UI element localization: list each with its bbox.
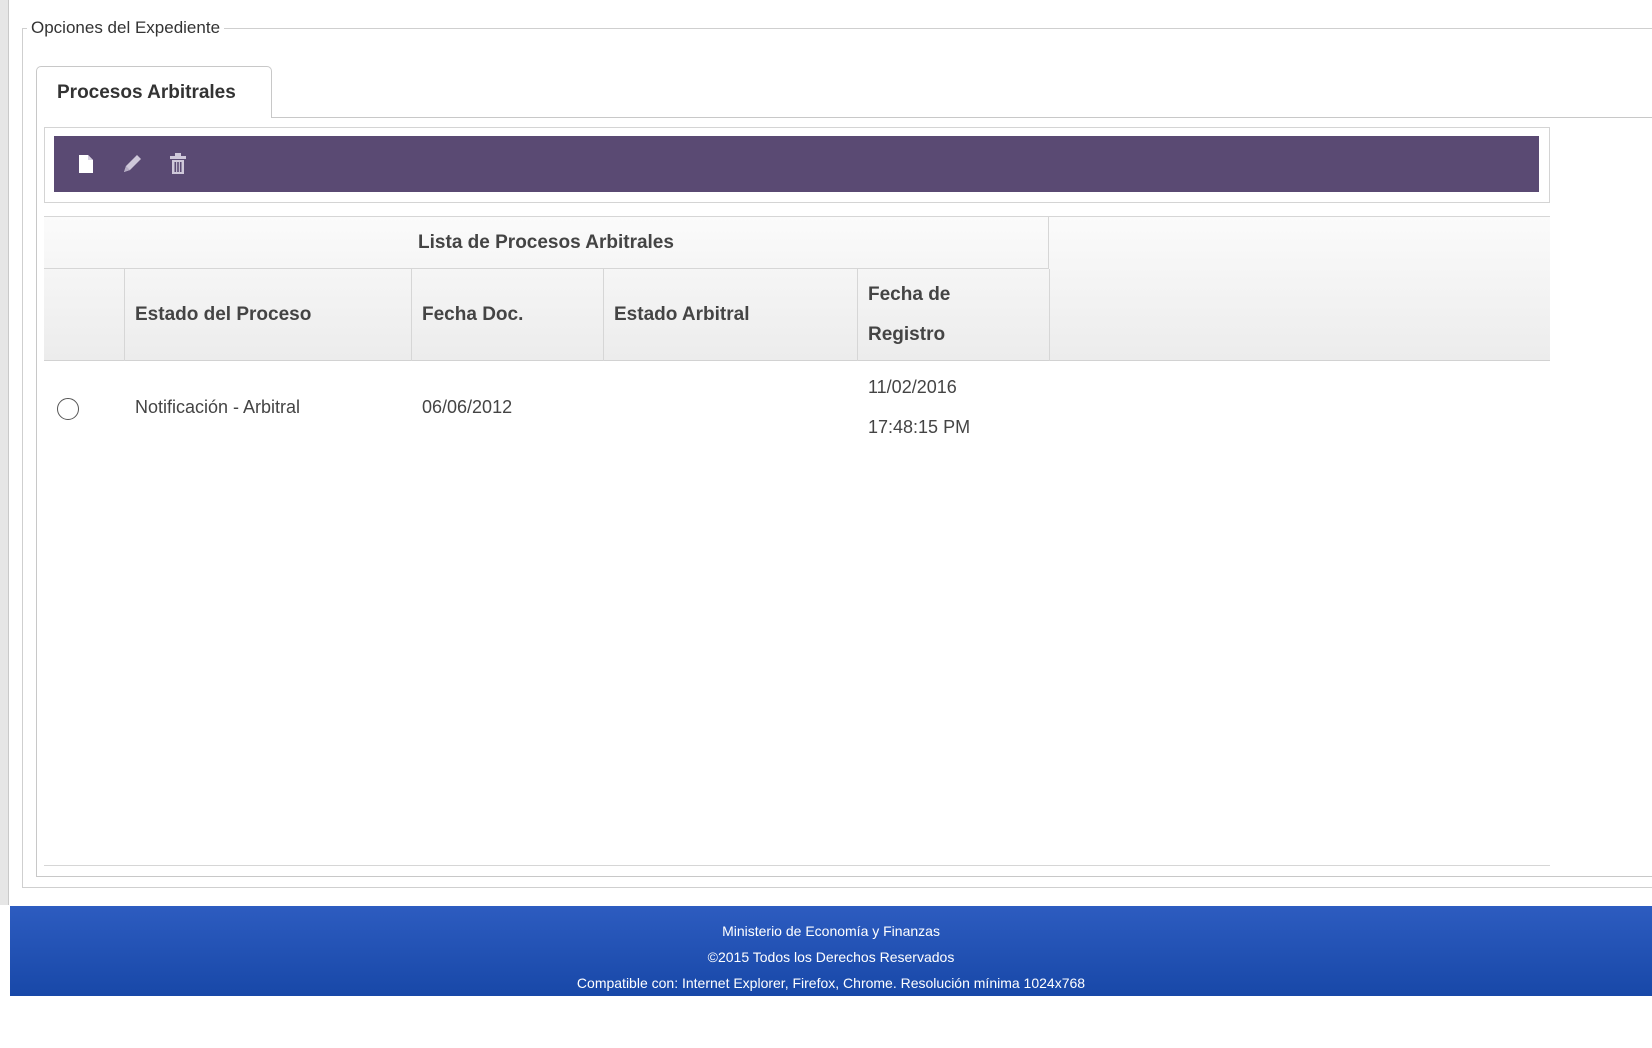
procesos-arbitrales-grid: Lista de Procesos Arbitrales Estado del …	[44, 216, 1550, 866]
grid-group-title: Lista de Procesos Arbitrales	[44, 217, 1049, 269]
col-header-estado-proceso[interactable]: Estado del Proceso	[125, 269, 412, 361]
footer-ministry: Ministerio de Economía y Finanzas	[722, 923, 940, 939]
cell-fecha-registro-time: 17:48:15 PM	[868, 417, 971, 437]
new-document-icon	[79, 155, 93, 173]
tab-procesos-arbitrales[interactable]: Procesos Arbitrales	[36, 66, 272, 118]
footer-copyright: ©2015 Todos los Derechos Reservados	[707, 949, 955, 965]
left-frame-border	[0, 0, 9, 905]
delete-button[interactable]	[160, 144, 196, 184]
trash-icon	[170, 153, 186, 174]
col-header-fecha-doc[interactable]: Fecha Doc.	[412, 269, 604, 361]
col-header-estado-arbitral[interactable]: Estado Arbitral	[604, 269, 858, 361]
tab-label: Procesos Arbitrales	[57, 81, 236, 103]
edit-pencil-icon	[124, 155, 141, 172]
footer-compatibility: Compatible con: Internet Explorer, Firef…	[576, 975, 1086, 991]
fieldset-legend: Opciones del Expediente	[31, 18, 221, 37]
cell-estado-proceso: Notificación - Arbitral	[135, 397, 301, 417]
page-footer: Ministerio de Economía y Finanzas ©2015 …	[10, 906, 1652, 996]
cell-fecha-doc: 06/06/2012	[422, 397, 513, 417]
new-button[interactable]	[68, 144, 104, 184]
col-header-fecha-registro[interactable]: Fecha de Registro	[858, 269, 1050, 361]
row-select-radio[interactable]	[57, 398, 79, 420]
grid-toolbar	[54, 136, 1539, 192]
cell-fecha-registro-date: 11/02/2016	[868, 377, 957, 397]
col-header-select	[44, 269, 125, 361]
edit-button[interactable]	[114, 144, 150, 184]
